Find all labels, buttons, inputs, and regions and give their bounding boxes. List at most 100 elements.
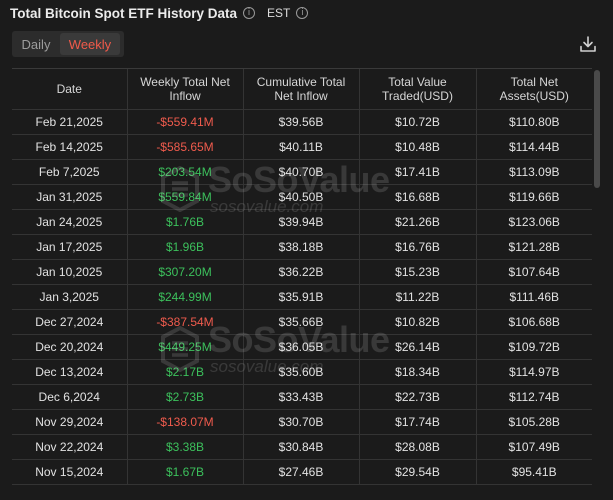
table-row: Nov 22,2024 $3.38B $30.84B $28.08B $107.49B bbox=[12, 434, 592, 460]
net-assets-cell: $107.49B bbox=[476, 434, 592, 460]
date-cell: Jan 10,2025 bbox=[12, 259, 128, 285]
weekly-inflow-cell: -$585.65M bbox=[127, 134, 244, 160]
daily-tab[interactable]: Daily bbox=[12, 31, 60, 57]
cumulative-inflow-cell: $30.84B bbox=[243, 434, 360, 460]
weekly-inflow-cell: $203.54M bbox=[127, 159, 244, 185]
weekly-inflow-cell: $1.67B bbox=[127, 459, 244, 485]
value-traded-cell: $17.41B bbox=[359, 159, 477, 185]
date-cell: Feb 14,2025 bbox=[12, 134, 128, 160]
net-assets-cell: $123.06B bbox=[476, 209, 592, 235]
net-assets-cell: $119.66B bbox=[476, 184, 592, 210]
weekly-inflow-cell: $449.25M bbox=[127, 334, 244, 360]
table-row: Feb 21,2025 -$559.41M $39.56B $10.72B $110.8… bbox=[12, 109, 592, 135]
scrollbar-thumb[interactable] bbox=[594, 70, 600, 188]
value-traded-cell: $16.76B bbox=[359, 234, 477, 260]
weekly-inflow-cell: $307.20M bbox=[127, 259, 244, 285]
net-assets-cell: $95.41B bbox=[476, 459, 592, 485]
value-traded-cell: $26.14B bbox=[359, 334, 477, 360]
cumulative-inflow-cell: $36.22B bbox=[243, 259, 360, 285]
column-header-cumulative-inflow[interactable]: Cumulative Total Net Inflow bbox=[243, 69, 360, 110]
net-assets-cell: $121.28B bbox=[476, 234, 592, 260]
weekly-inflow-cell: $244.99M bbox=[127, 284, 244, 310]
cumulative-inflow-cell: $38.18B bbox=[243, 234, 360, 260]
cumulative-inflow-cell: $27.46B bbox=[243, 459, 360, 485]
date-cell: Nov 29,2024 bbox=[12, 409, 128, 435]
value-traded-cell: $22.73B bbox=[359, 384, 477, 410]
table-row: Jan 31,2025 $559.84M $40.50B $16.68B $119.66… bbox=[12, 184, 592, 210]
cumulative-inflow-cell: $33.43B bbox=[243, 384, 360, 410]
cumulative-inflow-cell: $36.05B bbox=[243, 334, 360, 360]
net-assets-cell: $114.97B bbox=[476, 359, 592, 385]
table-row: Dec 13,2024 $2.17B $35.60B $18.34B $114.97B bbox=[12, 359, 592, 385]
net-assets-cell: $113.09B bbox=[476, 159, 592, 185]
value-traded-cell: $15.23B bbox=[359, 259, 477, 285]
table-row: Nov 29,2024 -$138.07M $30.70B $17.74B $105.2… bbox=[12, 409, 592, 435]
weekly-inflow-cell: $559.84M bbox=[127, 184, 244, 210]
net-assets-cell: $109.72B bbox=[476, 334, 592, 360]
date-cell: Nov 22,2024 bbox=[12, 434, 128, 460]
table-header-row: Date Weekly Total Net Inflow Cumulative … bbox=[12, 69, 592, 110]
table-row: Dec 6,2024 $2.73B $33.43B $22.73B $112.74B bbox=[12, 384, 592, 410]
value-traded-cell: $11.22B bbox=[359, 284, 477, 310]
value-traded-cell: $10.82B bbox=[359, 309, 477, 335]
cumulative-inflow-cell: $30.70B bbox=[243, 409, 360, 435]
table-row: Dec 20,2024 $449.25M $36.05B $26.14B $109.72… bbox=[12, 334, 592, 360]
net-assets-cell: $110.80B bbox=[476, 109, 592, 135]
cumulative-inflow-cell: $40.70B bbox=[243, 159, 360, 185]
weekly-inflow-cell: -$138.07M bbox=[127, 409, 244, 435]
column-header-date[interactable]: Date bbox=[12, 69, 128, 110]
table-row: Feb 7,2025 $203.54M $40.70B $17.41B $113.09B bbox=[12, 159, 592, 185]
column-header-weekly-inflow[interactable]: Weekly Total Net Inflow bbox=[127, 69, 244, 110]
info-icon[interactable]: i bbox=[243, 7, 256, 19]
weekly-tab[interactable]: Weekly bbox=[60, 33, 120, 55]
date-cell: Dec 6,2024 bbox=[12, 384, 128, 410]
weekly-inflow-cell: $3.38B bbox=[127, 434, 244, 460]
cumulative-inflow-cell: $35.91B bbox=[243, 284, 360, 310]
date-cell: Jan 31,2025 bbox=[12, 184, 128, 210]
cumulative-inflow-cell: $40.11B bbox=[243, 134, 360, 160]
net-assets-cell: $105.28B bbox=[476, 409, 592, 435]
table-row: Jan 10,2025 $307.20M $36.22B $15.23B $107.64… bbox=[12, 259, 592, 285]
weekly-inflow-cell: $2.73B bbox=[127, 384, 244, 410]
table-row: Nov 15,2024 $1.67B $27.46B $29.54B $95.41B bbox=[12, 459, 592, 485]
date-cell: Feb 7,2025 bbox=[12, 159, 128, 185]
table-row: Jan 17,2025 $1.96B $38.18B $16.76B $121.28B bbox=[12, 234, 592, 260]
download-icon[interactable] bbox=[578, 34, 598, 54]
weekly-inflow-cell: -$387.54M bbox=[127, 309, 244, 335]
table-row: Jan 24,2025 $1.76B $39.94B $21.26B $123.06B bbox=[12, 209, 592, 235]
column-header-value-traded[interactable]: Total Value Traded(USD) bbox=[359, 69, 477, 110]
date-cell: Feb 21,2025 bbox=[12, 109, 128, 135]
timezone-label: EST bbox=[267, 6, 291, 20]
period-toggle: Daily Weekly bbox=[12, 31, 124, 57]
date-cell: Dec 27,2024 bbox=[12, 309, 128, 335]
table-body: Feb 21,2025 -$559.41M $39.56B $10.72B $110.8… bbox=[12, 109, 592, 485]
value-traded-cell: $10.72B bbox=[359, 109, 477, 135]
table-row: Feb 14,2025 -$585.65M $40.11B $10.48B $114.4… bbox=[12, 134, 592, 160]
value-traded-cell: $10.48B bbox=[359, 134, 477, 160]
history-table: Date Weekly Total Net Inflow Cumulative … bbox=[12, 69, 592, 485]
value-traded-cell: $29.54B bbox=[359, 459, 477, 485]
net-assets-cell: $112.74B bbox=[476, 384, 592, 410]
timezone-info-icon[interactable]: i bbox=[296, 7, 309, 19]
value-traded-cell: $16.68B bbox=[359, 184, 477, 210]
net-assets-cell: $114.44B bbox=[476, 134, 592, 160]
net-assets-cell: $111.46B bbox=[476, 284, 592, 310]
date-cell: Dec 20,2024 bbox=[12, 334, 128, 360]
date-cell: Jan 3,2025 bbox=[12, 284, 128, 310]
date-cell: Jan 24,2025 bbox=[12, 209, 128, 235]
date-cell: Jan 17,2025 bbox=[12, 234, 128, 260]
weekly-inflow-cell: $2.17B bbox=[127, 359, 244, 385]
value-traded-cell: $21.26B bbox=[359, 209, 477, 235]
page-title: Total Bitcoin Spot ETF History Data bbox=[10, 5, 238, 21]
weekly-inflow-cell: $1.96B bbox=[127, 234, 244, 260]
value-traded-cell: $18.34B bbox=[359, 359, 477, 385]
column-header-net-assets[interactable]: Total Net Assets(USD) bbox=[476, 69, 592, 110]
value-traded-cell: $28.08B bbox=[359, 434, 477, 460]
cumulative-inflow-cell: $35.66B bbox=[243, 309, 360, 335]
cumulative-inflow-cell: $39.56B bbox=[243, 109, 360, 135]
net-assets-cell: $106.68B bbox=[476, 309, 592, 335]
cumulative-inflow-cell: $39.94B bbox=[243, 209, 360, 235]
table-row: Dec 27,2024 -$387.54M $35.66B $10.82B $106.6… bbox=[12, 309, 592, 335]
header: Total Bitcoin Spot ETF History Data i ES… bbox=[10, 3, 309, 23]
weekly-inflow-cell: $1.76B bbox=[127, 209, 244, 235]
